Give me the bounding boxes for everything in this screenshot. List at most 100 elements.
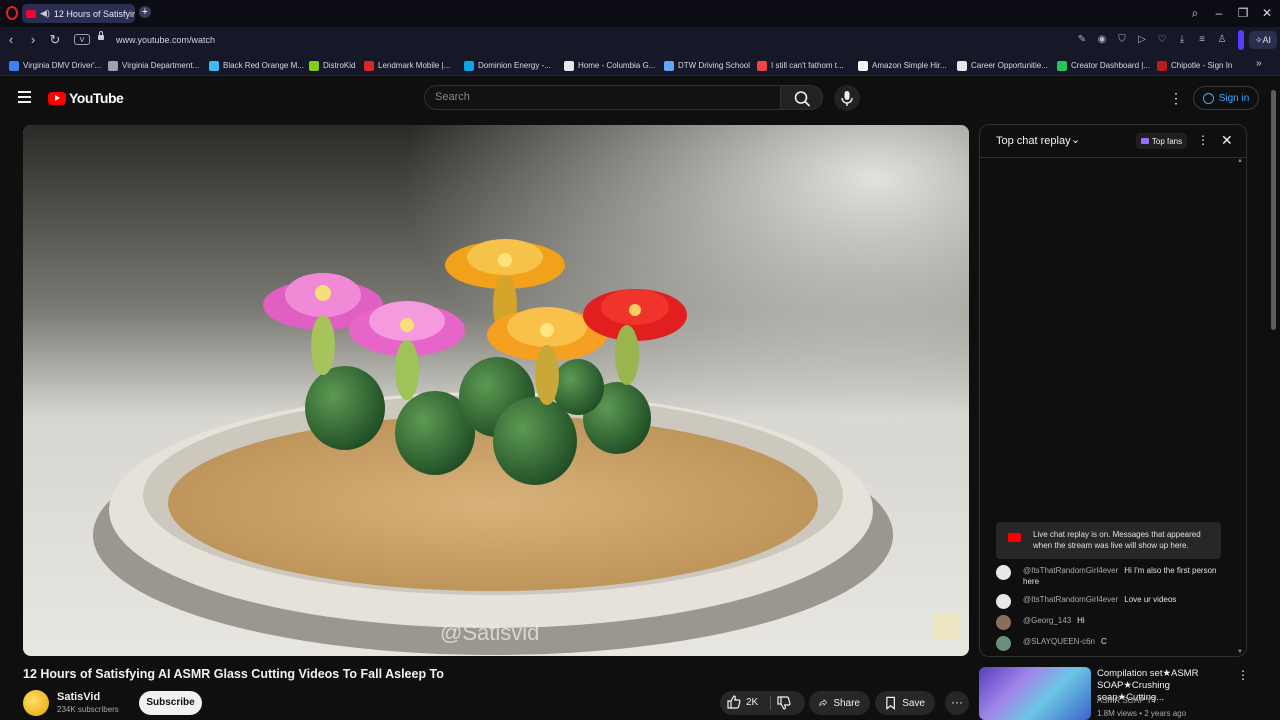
chat-message[interactable]: @Georg_143 Hi [996, 615, 1231, 630]
menu-icon[interactable]: ≡ [1196, 34, 1208, 46]
thumbs-down-icon [777, 696, 791, 710]
bookmark-favicon-icon [957, 60, 967, 71]
reload-button[interactable]: ↻ [47, 31, 63, 49]
recommended-video-thumbnail[interactable] [979, 667, 1091, 720]
url-field[interactable]: www.youtube.com/watch [116, 35, 215, 45]
bookmark-favicon-icon [464, 60, 474, 71]
heart-icon[interactable]: ♡ [1156, 34, 1168, 46]
recommended-video-options-icon[interactable]: ⋮ [1237, 668, 1249, 682]
chat-mode-selector[interactable]: Top chat replay [996, 135, 1071, 147]
bookmark-item[interactable]: Creator Dashboard |... [1057, 58, 1150, 73]
bookmark-item[interactable]: Chipotle - Sign In [1157, 58, 1232, 73]
bookmark-item[interactable]: I still can't fathom t... [757, 58, 844, 73]
account-circle-icon [1202, 92, 1214, 104]
subscriber-count: 234K subscribers [57, 705, 119, 714]
bookmark-item[interactable]: Virginia DMV Driver'... [9, 58, 101, 73]
page-scrollbar[interactable] [1270, 80, 1278, 720]
bookmarks-overflow-icon[interactable]: » [1256, 58, 1262, 69]
bookmark-icon [886, 696, 895, 710]
back-button[interactable]: ‹ [3, 31, 19, 49]
play-icon[interactable]: ▷ [1136, 34, 1148, 46]
like-count: 2K [746, 697, 759, 708]
ai-button[interactable]: ✧AI [1249, 31, 1277, 49]
edit-icon[interactable]: ✎ [1076, 34, 1088, 46]
more-actions-button[interactable]: ··· [945, 691, 969, 715]
hamburger-menu-icon[interactable] [18, 91, 31, 103]
subscribe-button[interactable]: Subscribe [139, 691, 202, 715]
chat-text: Hi [1077, 616, 1085, 625]
channel-name[interactable]: SatisVid [57, 691, 100, 703]
restore-button[interactable]: ❐ [1234, 5, 1252, 21]
bookmark-item[interactable]: DistroKid [309, 58, 355, 73]
bookmark-item[interactable]: Dominion Energy -... [464, 58, 551, 73]
youtube-play-icon [48, 91, 66, 105]
video-title: 12 Hours of Satisfying AI ASMR Glass Cut… [23, 667, 444, 681]
crown-icon [1140, 138, 1149, 144]
bookmark-favicon-icon [564, 60, 574, 71]
bookmark-label: Dominion Energy -... [478, 61, 551, 70]
ai-label: AI [1262, 35, 1272, 45]
save-button[interactable]: Save [875, 691, 935, 715]
speaker-icon[interactable]: ◀) [40, 8, 50, 19]
bookmark-item[interactable]: DTW Driving School [664, 58, 750, 73]
forward-button[interactable]: › [25, 31, 41, 49]
bookmark-label: Lendmark Mobile |... [378, 61, 451, 70]
dislike-button[interactable] [776, 695, 792, 716]
search-button[interactable] [781, 85, 823, 110]
bookmark-label: Black Red Orange M... [223, 61, 304, 70]
bookmark-label: Amazon Simple Hir... [872, 61, 947, 70]
sign-in-button[interactable]: Sign in [1193, 86, 1259, 110]
opera-logo-icon[interactable] [6, 6, 18, 20]
chat-header-divider [980, 157, 1246, 158]
chat-message[interactable]: @ItsThatRandomGirl4ever Love ur videos [996, 594, 1231, 609]
recommended-video-meta: 1.8M views • 2 years ago [1097, 709, 1187, 718]
share-button[interactable]: Share [809, 691, 870, 715]
new-tab-button[interactable]: + [139, 6, 151, 18]
chat-replay-notice-text: Live chat replay is on. Messages that ap… [1033, 530, 1201, 550]
like-button[interactable] [726, 694, 742, 715]
minimize-button[interactable]: – [1210, 5, 1228, 21]
channel-branding-icon[interactable] [933, 613, 959, 639]
v-badge-icon[interactable]: V [74, 34, 90, 45]
shield-icon[interactable]: ⛉ [1116, 34, 1128, 46]
chat-options-icon[interactable]: ⋮ [1197, 133, 1209, 147]
bookmark-favicon-icon [757, 60, 767, 71]
chevron-down-icon[interactable]: ⌄ [1071, 133, 1080, 146]
profile-icon[interactable]: ♙ [1216, 34, 1228, 46]
top-fans-button[interactable]: Top fans [1136, 133, 1187, 149]
close-window-button[interactable]: ✕ [1258, 5, 1276, 21]
bookmark-label: Career Opportunitie... [971, 61, 1048, 70]
lock-icon[interactable] [98, 31, 104, 40]
youtube-logo[interactable]: YouTube [48, 90, 124, 106]
share-icon [819, 698, 828, 707]
video-player[interactable] [23, 125, 969, 656]
bookmark-item[interactable]: Black Red Orange M... [209, 58, 304, 73]
bookmark-item[interactable]: Career Opportunitie... [957, 58, 1048, 73]
chat-message[interactable]: @ItsThatRandomGirl4ever Hi I'm also the f… [996, 565, 1231, 587]
bookmark-favicon-icon [1057, 60, 1067, 71]
search-tabs-icon[interactable]: ⌕ [1186, 5, 1204, 21]
bookmark-item[interactable]: Home - Columbia G... [564, 58, 655, 73]
channel-avatar[interactable] [23, 690, 49, 716]
chat-author: @ItsThatRandomGirl4ever [1023, 595, 1119, 604]
recommended-video-channel[interactable]: ASMR SOAP YT [1097, 696, 1157, 705]
youtube-favicon-icon [26, 9, 36, 18]
download-icon[interactable]: ⤓ [1176, 34, 1188, 46]
tab-title: 12 Hours of Satisfying [53, 8, 135, 19]
browser-tab-active[interactable]: ◀) 12 Hours of Satisfying [22, 4, 135, 23]
video-frame-cactus-bowl [23, 125, 969, 656]
chat-scrollbar[interactable]: ▲ ▼ [1237, 158, 1245, 655]
bookmark-item[interactable]: Lendmark Mobile |... [364, 58, 450, 73]
thumbs-up-icon [727, 695, 741, 709]
search-input[interactable] [424, 85, 781, 110]
camera-icon[interactable]: ◉ [1096, 34, 1108, 46]
bookmark-favicon-icon [9, 60, 19, 71]
user-avatar [996, 565, 1011, 580]
bookmark-item[interactable]: Amazon Simple Hir... [858, 58, 947, 73]
settings-kebab-icon[interactable]: ⋮ [1169, 90, 1183, 106]
close-chat-icon[interactable]: ✕ [1221, 132, 1233, 149]
chat-message[interactable]: @SLAYQUEEN-c6n C [996, 636, 1231, 651]
voice-search-button[interactable] [834, 85, 860, 111]
bookmark-item[interactable]: Virginia Department... [108, 58, 199, 73]
bookmark-favicon-icon [858, 60, 868, 71]
